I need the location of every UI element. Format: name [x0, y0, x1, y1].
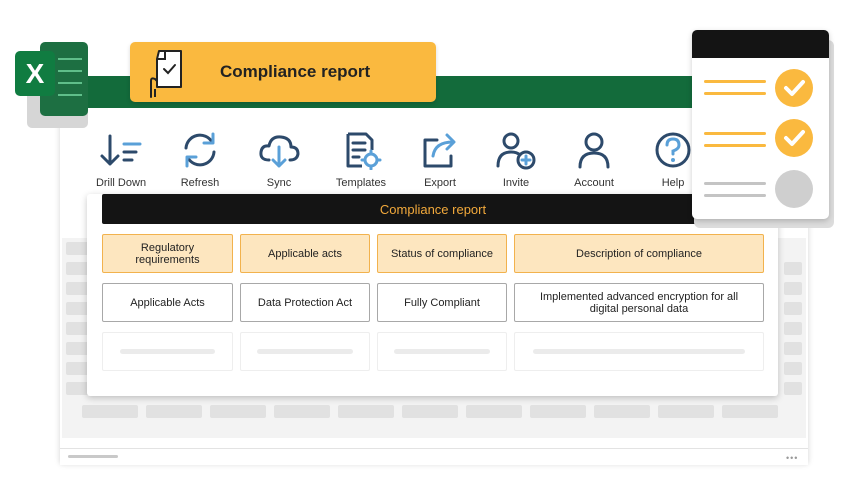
header-cell-regulatory: Regulatory requirements — [102, 234, 233, 273]
export-icon — [423, 133, 456, 168]
ribbon-label: Export — [424, 177, 456, 189]
ribbon-label: Refresh — [180, 177, 220, 189]
sheet-footer — [60, 448, 808, 465]
ribbon-label: Templates — [335, 177, 387, 189]
sync-button[interactable]: Sync — [237, 126, 321, 189]
help-icon — [655, 132, 691, 168]
more-dots-icon[interactable]: ••• — [786, 453, 798, 463]
export-button[interactable]: Export — [398, 126, 482, 189]
excel-logo-icon: X — [15, 51, 55, 96]
header-cell-status: Status of compliance — [377, 234, 507, 273]
ribbon-label: Account — [574, 177, 614, 189]
drill-down-icon — [100, 134, 142, 166]
cloud-sync-icon — [259, 135, 300, 168]
table-cell[interactable]: Fully Compliant — [377, 283, 507, 322]
account-button[interactable]: Account — [552, 126, 636, 189]
table-cell[interactable]: Data Protection Act — [240, 283, 370, 322]
invite-button[interactable]: Invite — [474, 126, 558, 189]
invite-user-icon — [496, 132, 536, 170]
unchecked-circle-icon[interactable] — [775, 170, 813, 208]
checklist-line — [704, 132, 766, 135]
checklist-card-header — [692, 30, 829, 58]
table-cell[interactable]: Applicable Acts — [102, 283, 233, 322]
refresh-button[interactable]: Refresh — [158, 126, 242, 189]
ribbon-label: Sync — [266, 177, 292, 189]
checklist-line — [704, 194, 766, 197]
empty-cell[interactable] — [377, 332, 507, 371]
ribbon-label: Drill Down — [95, 177, 147, 189]
horizontal-scrollbar[interactable] — [68, 455, 118, 458]
empty-cell[interactable] — [514, 332, 764, 371]
checklist-line — [704, 182, 766, 185]
account-icon — [578, 132, 610, 169]
header-cell-acts: Applicable acts — [240, 234, 370, 273]
compliance-title: Compliance report — [220, 62, 371, 81]
check-circle-icon[interactable] — [775, 119, 813, 157]
report-header: Compliance report — [102, 194, 764, 224]
drill-down-button[interactable]: Drill Down — [79, 126, 163, 189]
templates-icon — [346, 132, 382, 170]
checklist-line — [704, 80, 766, 83]
templates-button[interactable]: Templates — [319, 126, 403, 189]
empty-cell[interactable] — [102, 332, 233, 371]
empty-cell[interactable] — [240, 332, 370, 371]
header-cell-description: Description of compliance — [514, 234, 764, 273]
check-circle-icon[interactable] — [775, 69, 813, 107]
ribbon-label: Invite — [502, 177, 530, 189]
checklist-line — [704, 92, 766, 95]
refresh-icon — [184, 132, 216, 168]
document-check-icon — [145, 47, 191, 104]
checklist-line — [704, 144, 766, 147]
table-cell[interactable]: Implemented advanced encryption for all … — [514, 283, 764, 322]
